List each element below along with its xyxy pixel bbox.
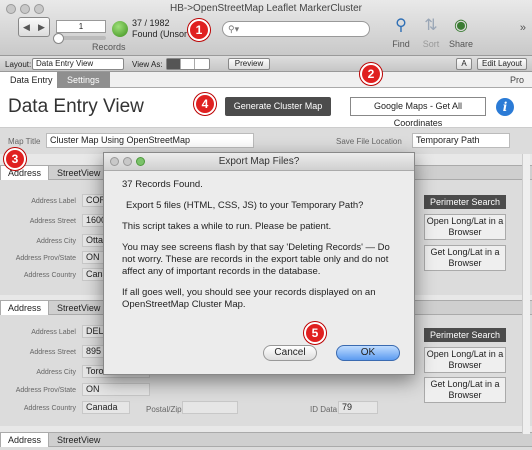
callout-badge-3: 3 xyxy=(4,148,26,170)
record-tabs: Address StreetView xyxy=(0,433,532,447)
address-street-caption: Address Street xyxy=(29,349,76,356)
get-longlat-button[interactable]: Get Long/Lat in a Browser xyxy=(424,377,506,403)
dialog-export-question: Export 5 files (HTML, CSS, JS) to your T… xyxy=(126,200,364,211)
page-header: Data Entry View Generate Cluster Map Goo… xyxy=(0,88,532,128)
record-navigator[interactable]: ◀ ▶ xyxy=(18,17,50,37)
find-label: Find xyxy=(392,39,410,49)
share-globe-icon: ◉ xyxy=(454,17,468,34)
address-country-caption: Address Country xyxy=(23,405,76,412)
next-record-icon[interactable]: ▶ xyxy=(34,18,49,36)
window-title: HB->OpenStreetMap Leaflet MarkerCluster xyxy=(169,3,363,14)
layout-label: Layout: xyxy=(5,60,32,69)
tab-address[interactable]: Address xyxy=(0,166,50,180)
sort-label: Sort xyxy=(422,39,440,49)
quick-find-search-input[interactable]: ⚲▾ xyxy=(222,21,370,37)
page-title: Data Entry View xyxy=(8,96,144,117)
pro-label: Pro xyxy=(509,75,524,85)
layout-bar: Layout: Data Entry View View As: Preview… xyxy=(0,56,532,72)
record-card-3: Address StreetView xyxy=(0,432,532,450)
open-longlat-button[interactable]: Open Long/Lat in a Browser xyxy=(424,347,506,373)
tab-address[interactable]: Address xyxy=(0,433,50,447)
perimeter-search-button[interactable]: Perimeter Search xyxy=(424,195,506,209)
dialog-title: Export Map Files? xyxy=(218,156,300,167)
cancel-button[interactable]: Cancel xyxy=(263,345,317,361)
address-prov-caption: Address Prov/State xyxy=(15,255,76,262)
share-label: Share xyxy=(448,39,474,49)
address-prov-caption: Address Prov/State xyxy=(15,387,76,394)
postal-zip-field[interactable] xyxy=(182,401,238,414)
callout-badge-2: 2 xyxy=(360,63,382,85)
double-chevron-icon[interactable]: » xyxy=(520,22,526,34)
callout-badge-1: 1 xyxy=(188,19,210,41)
found-status-text: Found (Unsor xyxy=(132,29,188,39)
map-title-field[interactable]: Cluster Map Using OpenStreetMap xyxy=(46,133,254,148)
address-city-caption: Address City xyxy=(36,238,76,245)
font-size-button[interactable]: A xyxy=(456,58,472,70)
sort-button[interactable]: ⇅ Sort xyxy=(416,16,446,49)
address-label-caption: Address Label xyxy=(31,198,76,205)
address-prov-field[interactable]: ON xyxy=(82,383,150,396)
main-tabs: Data Entry Settings Pro xyxy=(0,72,532,88)
dialog-message: 37 Records Found. Export 5 files (HTML, … xyxy=(104,171,414,311)
dialog-titlebar: Export Map Files? xyxy=(104,153,414,171)
export-map-files-dialog: Export Map Files? 37 Records Found. Expo… xyxy=(103,152,415,375)
magnifier-icon: ⚲ xyxy=(395,17,407,34)
current-record-field[interactable]: 1 xyxy=(56,20,106,33)
view-as-toggle[interactable] xyxy=(166,58,210,70)
dialog-flash-note: You may see screens flash by that say 'D… xyxy=(122,242,390,277)
tab-address[interactable]: Address xyxy=(0,301,50,315)
found-count: 37 / 1982 Found (Unsor xyxy=(132,18,187,40)
dialog-close-icon[interactable] xyxy=(110,157,119,166)
address-street-caption: Address Street xyxy=(29,218,76,225)
callout-badge-5: 5 xyxy=(304,322,326,344)
info-icon[interactable]: i xyxy=(496,98,514,116)
record-slider[interactable] xyxy=(53,33,106,44)
tab-streetview[interactable]: StreetView xyxy=(50,433,107,447)
found-set-pie-icon xyxy=(112,21,128,37)
map-settings-row: Map Title Cluster Map Using OpenStreetMa… xyxy=(0,128,532,154)
address-country-field[interactable]: Canada xyxy=(82,401,130,414)
open-longlat-button[interactable]: Open Long/Lat in a Browser xyxy=(424,214,506,240)
preview-button[interactable]: Preview xyxy=(228,58,270,70)
form-view-icon[interactable] xyxy=(167,59,181,69)
save-location-label: Save File Location xyxy=(336,137,402,146)
address-label-caption: Address Label xyxy=(31,329,76,336)
list-view-icon[interactable] xyxy=(181,59,195,69)
get-longlat-button[interactable]: Get Long/Lat in a Browser xyxy=(424,245,506,271)
google-maps-coordinates-button[interactable]: Google Maps - Get All Coordinates xyxy=(350,97,486,128)
records-label: Records xyxy=(92,42,126,52)
tab-data-entry[interactable]: Data Entry xyxy=(0,72,64,88)
window-toolbar: HB->OpenStreetMap Leaflet MarkerCluster … xyxy=(0,0,532,56)
generate-cluster-map-button[interactable]: Generate Cluster Map xyxy=(225,97,331,116)
sort-icon: ⇅ xyxy=(424,17,438,34)
address-country-caption: Address Country xyxy=(23,272,76,279)
dialog-minimize-icon[interactable] xyxy=(123,157,132,166)
tab-streetview[interactable]: StreetView xyxy=(50,166,107,180)
layout-select[interactable]: Data Entry View xyxy=(32,58,124,70)
postal-zip-caption: Postal/Zip: xyxy=(146,405,184,414)
find-button[interactable]: ⚲ Find xyxy=(386,16,416,49)
tab-streetview[interactable]: StreetView xyxy=(50,301,107,315)
found-count-text: 37 / 1982 xyxy=(132,18,170,28)
dialog-zoom-icon[interactable] xyxy=(136,157,145,166)
search-icon: ⚲▾ xyxy=(228,24,240,34)
ok-button[interactable]: OK xyxy=(336,345,400,361)
previous-record-icon[interactable]: ◀ xyxy=(19,18,34,36)
edit-layout-button[interactable]: Edit Layout xyxy=(477,58,527,70)
table-view-icon[interactable] xyxy=(195,59,209,69)
dialog-records-found: 37 Records Found. xyxy=(122,179,203,190)
dialog-success-note: If all goes well, you should see your re… xyxy=(122,287,376,310)
save-location-select[interactable]: Temporary Path xyxy=(412,133,510,148)
callout-badge-4: 4 xyxy=(194,93,216,115)
vertical-scrollbar[interactable] xyxy=(522,154,530,434)
address-city-caption: Address City xyxy=(36,369,76,376)
tab-settings[interactable]: Settings xyxy=(57,72,110,88)
view-as-label: View As: xyxy=(132,60,163,69)
id-data-field[interactable]: 79 xyxy=(338,401,378,414)
share-button[interactable]: ◉ Share xyxy=(446,16,476,49)
dialog-wait-note: This script takes a while to run. Please… xyxy=(122,221,332,232)
map-title-label: Map Title xyxy=(8,137,41,146)
perimeter-search-button[interactable]: Perimeter Search xyxy=(424,328,506,342)
id-data-caption: ID Data xyxy=(310,405,338,414)
